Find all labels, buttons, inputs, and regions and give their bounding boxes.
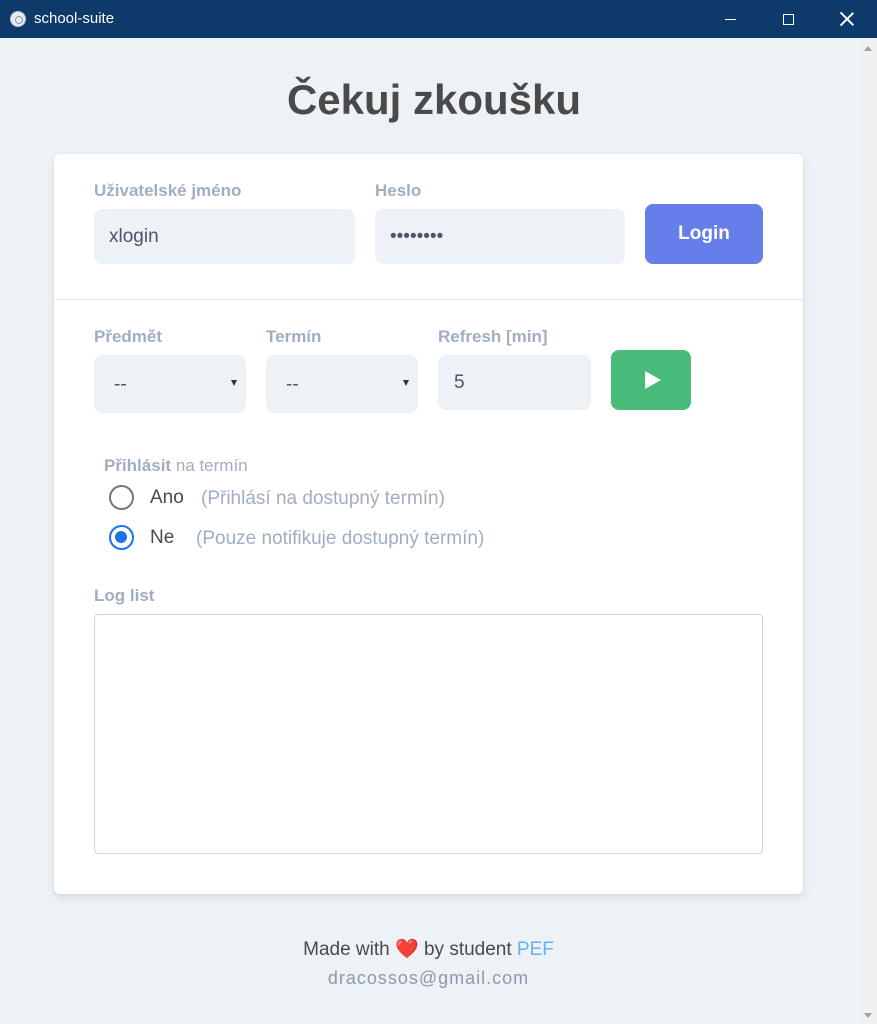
window-title: school-suite — [34, 10, 115, 27]
chevron-down-icon — [403, 380, 409, 386]
username-label: Uživatelské jméno — [94, 181, 242, 200]
heart-icon: ❤️ — [395, 939, 419, 960]
close-button[interactable] — [818, 0, 876, 38]
radio-no[interactable] — [109, 525, 134, 550]
chevron-down-icon — [231, 380, 237, 386]
footer-email: dracossos@gmail.com — [327, 968, 530, 988]
signup-heading-rest: na termín — [171, 456, 248, 475]
log-list-textarea[interactable] — [94, 614, 763, 854]
app-icon — [10, 11, 26, 27]
window-titlebar: school-suite — [0, 0, 877, 38]
password-label: Heslo — [375, 181, 422, 200]
scroll-down-icon[interactable] — [864, 1013, 872, 1018]
vertical-scrollbar[interactable] — [860, 38, 877, 1024]
radio-no-hint: (Pouze notifikuje dostupný termín) — [196, 528, 485, 549]
radio-yes-hint: (Přihlásí na dostupný termín) — [201, 488, 445, 509]
radio-yes-label: Ano — [150, 487, 184, 508]
signup-heading-strong: Přihlásit — [104, 456, 172, 475]
subject-select-value: -- — [114, 374, 127, 395]
main-card: Uživatelské jméno Heslo Login Předmět --… — [54, 154, 803, 894]
refresh-label: Refresh [min] — [438, 327, 548, 346]
page-title: Čekuj zkoušku — [286, 76, 582, 123]
radio-no-label: Ne — [150, 527, 175, 548]
term-select[interactable]: -- — [266, 355, 418, 413]
start-watch-button[interactable] — [611, 350, 691, 410]
login-button[interactable]: Login — [645, 204, 763, 264]
term-label: Termín — [266, 327, 322, 346]
term-select-value: -- — [286, 374, 299, 395]
section-divider — [54, 299, 803, 300]
close-icon — [840, 12, 854, 26]
signup-heading: Přihlásit na termín — [104, 456, 248, 476]
scroll-up-icon[interactable] — [864, 46, 872, 51]
pef-link[interactable]: PEF — [517, 939, 554, 960]
password-input[interactable] — [375, 209, 625, 264]
footer-made-with: Made with — [303, 939, 390, 960]
maximize-icon — [782, 13, 794, 25]
subject-select[interactable]: -- — [94, 355, 246, 413]
minimize-button[interactable] — [701, 0, 759, 38]
subject-label: Předmět — [94, 327, 163, 346]
log-label: Log list — [94, 586, 155, 605]
refresh-input[interactable] — [438, 355, 591, 410]
radio-yes[interactable] — [109, 485, 134, 510]
footer-credit: Made with ❤️ by student PEF — [0, 938, 857, 962]
maximize-button[interactable] — [759, 0, 817, 38]
minimize-icon — [724, 18, 736, 20]
play-icon — [644, 371, 661, 389]
username-input[interactable] — [94, 209, 355, 264]
footer-by-student: by student — [423, 939, 512, 960]
